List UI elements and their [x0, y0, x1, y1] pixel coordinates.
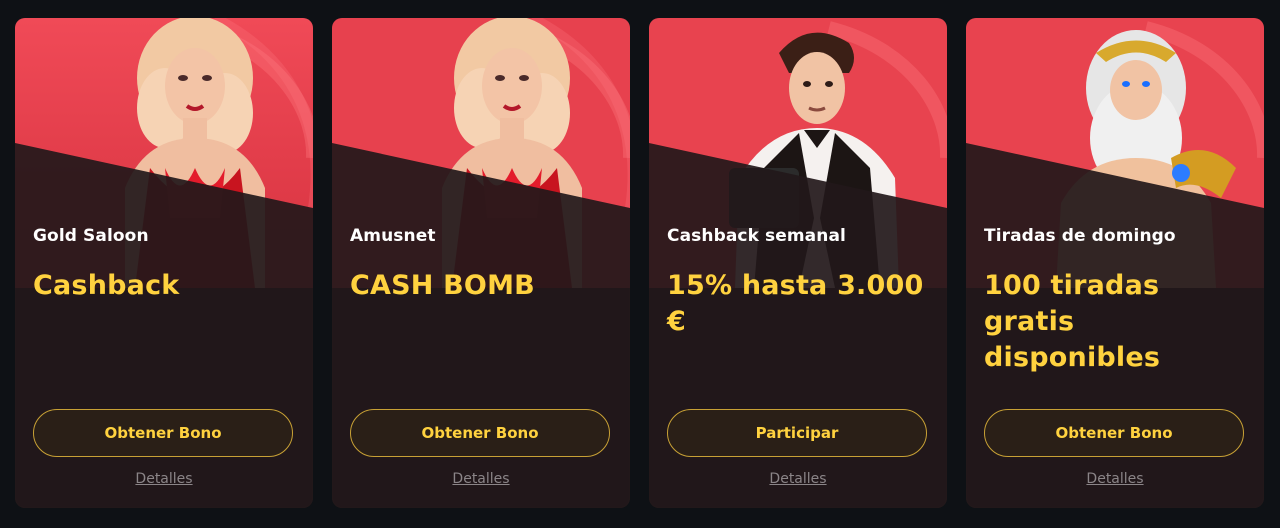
promo-offer: CASH BOMB — [350, 270, 535, 301]
promo-provider: Tiradas de domingo — [984, 226, 1176, 246]
get-bonus-button[interactable]: Obtener Bono — [350, 409, 610, 457]
promo-card-gold-saloon: Gold Saloon Cashback Obtener Bono Detall… — [15, 18, 313, 508]
promo-card-amusnet: Amusnet CASH BOMB Obtener Bono Detalles — [332, 18, 630, 508]
participate-button[interactable]: Participar — [667, 409, 927, 457]
get-bonus-button[interactable]: Obtener Bono — [33, 409, 293, 457]
details-link[interactable]: Detalles — [15, 471, 313, 487]
get-bonus-button[interactable]: Obtener Bono — [984, 409, 1244, 457]
promo-offer: 15% hasta 3.000 € — [667, 270, 924, 337]
promo-card-sunday-spins: Tiradas de domingo 100 tiradas gratis di… — [966, 18, 1264, 508]
promo-provider: Gold Saloon — [33, 226, 149, 246]
details-link[interactable]: Detalles — [332, 471, 630, 487]
details-link[interactable]: Detalles — [966, 471, 1264, 487]
promo-card-weekly-cashback: Cashback semanal 15% hasta 3.000 € Parti… — [649, 18, 947, 508]
promo-provider: Amusnet — [350, 226, 436, 246]
promotions-row: Gold Saloon Cashback Obtener Bono Detall… — [15, 18, 1264, 508]
details-link[interactable]: Detalles — [649, 471, 947, 487]
promo-provider: Cashback semanal — [667, 226, 846, 246]
promo-offer: 100 tiradas gratis disponibles — [984, 270, 1161, 373]
promo-offer: Cashback — [33, 270, 180, 301]
